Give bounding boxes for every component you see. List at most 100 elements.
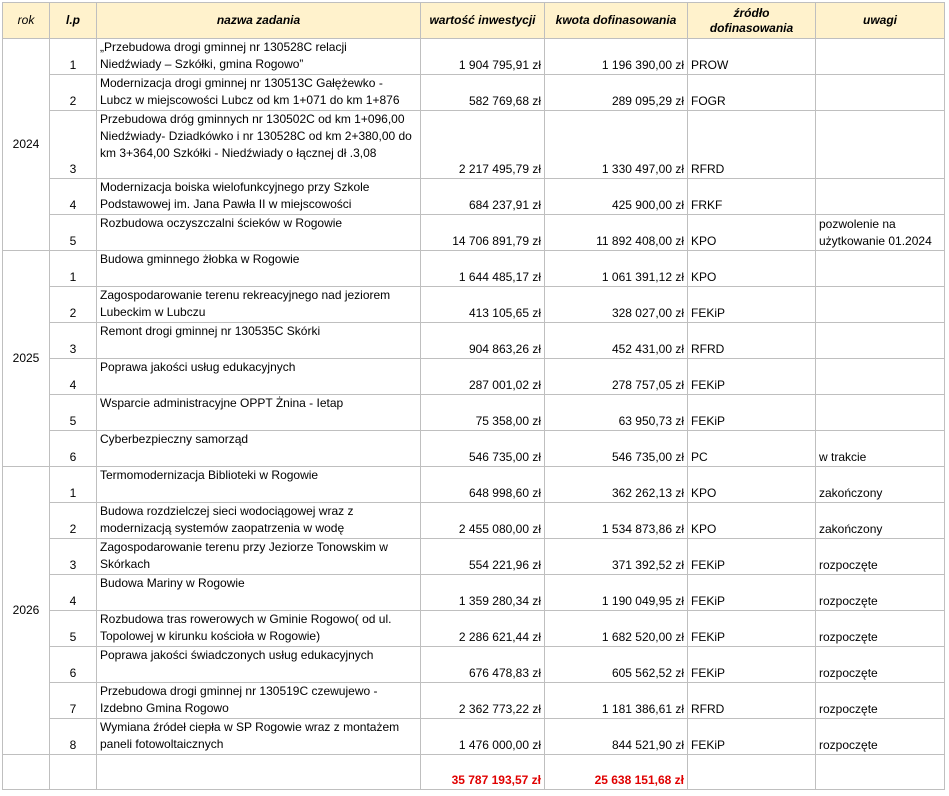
table-row: 5 Wsparcie administracyjne OPPT Żnina - I… <box>3 394 945 431</box>
notes-cell <box>815 286 945 323</box>
table-row: 3 Zagospodarowanie terenu przy Jeziorze T… <box>3 538 945 575</box>
task-name-line: „Przebudowa drogi gminnej nr 130528C rel… <box>100 40 347 54</box>
investment-value-cell: 75 358,00 zł <box>420 394 545 431</box>
funding-source-cell: KPO <box>687 502 816 539</box>
table-body: 2024 1 „Przebudowa drogi gminnej nr 130528… <box>2 38 945 755</box>
task-name-line: Wymiana źródeł ciepła w SP Rogowie wraz … <box>100 720 400 734</box>
task-name-line: Niedźwiady- Dziadkówko i nr 130528C od k… <box>100 129 412 143</box>
notes-cell: rozpoczęte <box>815 718 945 755</box>
totals-blank-cell <box>49 754 97 790</box>
total-funding-amount: 25 638 151,68 zł <box>544 754 688 790</box>
totals-blank-cell <box>815 754 945 790</box>
task-name-cell: Poprawa jakości świadczonych usług eduka… <box>96 646 421 683</box>
notes-cell <box>815 322 945 359</box>
task-name-cell: Budowa Mariny w Rogowie <box>96 574 421 611</box>
year-cell: 2026 <box>2 466 50 755</box>
task-name-line: Budowa Mariny w Rogowie <box>100 576 245 590</box>
table-row: 7 Przebudowa drogi gminnej nr 130519C cze… <box>3 682 945 719</box>
funding-amount-cell: 1 190 049,95 zł <box>544 574 688 611</box>
funding-source-cell: FEKiP <box>687 538 816 575</box>
table-row: 2 Zagospodarowanie terenu rekreacyjnego n… <box>3 286 945 323</box>
header-investment-value: wartość inwestycji <box>420 2 545 39</box>
investment-value-cell: 1 476 000,00 zł <box>420 718 545 755</box>
task-name-cell: „Przebudowa drogi gminnej nr 130528C rel… <box>96 38 421 75</box>
task-name-line: modernizacją systemów zaopatrzenia w wod… <box>100 521 345 535</box>
table-row: 2 Modernizacja drogi gminnej nr 130513C G… <box>3 74 945 111</box>
funding-source-cell: FEKiP <box>687 718 816 755</box>
task-name-line: Izdebno Gmina Rogowo <box>100 701 229 715</box>
lp-cell: 2 <box>49 74 97 111</box>
lp-cell: 3 <box>49 538 97 575</box>
notes-cell <box>815 250 945 287</box>
investment-value-cell: 684 237,91 zł <box>420 178 545 215</box>
task-name-cell: Rozbudowa oczyszczalni ścieków w Rogowie <box>96 214 421 251</box>
investment-value-cell: 287 001,02 zł <box>420 358 545 395</box>
task-name-line: Termomodernizacja Biblioteki w Rogowie <box>100 468 319 482</box>
lp-cell: 4 <box>49 358 97 395</box>
task-name-line: Przebudowa drogi gminnej nr 130519C czew… <box>100 684 378 698</box>
notes-cell <box>815 110 945 179</box>
investment-value-cell: 904 863,26 zł <box>420 322 545 359</box>
task-name-cell: Zagospodarowanie terenu rekreacyjnego na… <box>96 286 421 323</box>
year-cell: 2024 <box>2 38 50 251</box>
funding-amount-cell: 452 431,00 zł <box>544 322 688 359</box>
funding-source-cell: FOGR <box>687 74 816 111</box>
lp-cell: 1 <box>49 250 97 287</box>
investment-value-cell: 2 217 495,79 zł <box>420 110 545 179</box>
funding-source-cell: FEKiP <box>687 610 816 647</box>
task-name-line: Lubcz w miejscowości Lubcz od km 1+071 d… <box>100 93 400 107</box>
task-name-cell: Modernizacja boiska wielofunkcyjnego prz… <box>96 178 421 215</box>
investment-value-cell: 1 359 280,34 zł <box>420 574 545 611</box>
funding-source-cell: FEKiP <box>687 574 816 611</box>
lp-cell: 2 <box>49 502 97 539</box>
notes-cell <box>815 394 945 431</box>
header-lp: l.p <box>49 2 97 39</box>
task-name-line: Budowa gminnego żłobka w Rogowie <box>100 252 300 266</box>
task-name-line: Zagospodarowanie terenu przy Jeziorze To… <box>100 540 388 554</box>
task-name-cell: Modernizacja drogi gminnej nr 130513C Ga… <box>96 74 421 111</box>
notes-cell <box>815 38 945 75</box>
task-name-line: Poprawa jakości świadczonych usług eduka… <box>100 648 374 662</box>
lp-cell: 8 <box>49 718 97 755</box>
investment-value-cell: 1 644 485,17 zł <box>420 250 545 287</box>
funding-source-cell: FEKiP <box>687 358 816 395</box>
investment-value-cell: 676 478,83 zł <box>420 646 545 683</box>
table-row: 4 Budowa Mariny w Rogowie 1 359 280,34 zł 1… <box>3 574 945 611</box>
lp-cell: 7 <box>49 682 97 719</box>
task-name-cell: Wymiana źródeł ciepła w SP Rogowie wraz … <box>96 718 421 755</box>
task-name-line: Skórkach <box>100 557 151 571</box>
notes-cell <box>815 74 945 111</box>
task-name-line: Poprawa jakości usług edukacyjnych <box>100 360 296 374</box>
funding-amount-cell: 1 196 390,00 zł <box>544 38 688 75</box>
task-name-cell: Rozbudowa tras rowerowych w Gminie Rogow… <box>96 610 421 647</box>
table-row: 2025 1 Budowa gminnego żłobka w Rogowie 1 6… <box>2 250 945 467</box>
task-name-cell: Zagospodarowanie terenu przy Jeziorze To… <box>96 538 421 575</box>
totals-blank-cell <box>2 754 50 790</box>
task-name-cell: Budowa rozdzielczej sieci wodociągowej w… <box>96 502 421 539</box>
lp-cell: 1 <box>49 466 97 503</box>
funding-source-cell: FEKiP <box>687 646 816 683</box>
task-name-line: Cyberbezpieczny samorząd <box>100 432 249 446</box>
funding-amount-cell: 328 027,00 zł <box>544 286 688 323</box>
year-cell: 2025 <box>2 250 50 467</box>
investment-table: rok l.p nazwa zadania wartość inwestycji… <box>2 2 945 790</box>
header-rok: rok <box>2 2 50 39</box>
funding-source-cell: PC <box>687 430 816 467</box>
notes-cell: rozpoczęte <box>815 646 945 683</box>
investment-value-cell: 554 221,96 zł <box>420 538 545 575</box>
task-name-cell: Termomodernizacja Biblioteki w Rogowie <box>96 466 421 503</box>
investment-value-cell: 2 455 080,00 zł <box>420 502 545 539</box>
funding-source-cell: PROW <box>687 38 816 75</box>
funding-source-cell: KPO <box>687 250 816 287</box>
lp-cell: 2 <box>49 286 97 323</box>
funding-source-cell: KPO <box>687 214 816 251</box>
table-row: 2024 1 „Przebudowa drogi gminnej nr 130528… <box>2 38 945 251</box>
table-row: 4 Poprawa jakości usług edukacyjnych 287 0… <box>3 358 945 395</box>
funding-source-cell: FEKiP <box>687 394 816 431</box>
task-name-line: Zagospodarowanie terenu rekreacyjnego na… <box>100 288 391 302</box>
task-name-cell: Przebudowa dróg gminnych nr 130502C od k… <box>96 110 421 179</box>
funding-amount-cell: 371 392,52 zł <box>544 538 688 575</box>
investment-value-cell: 582 769,68 zł <box>420 74 545 111</box>
totals-blank-cell <box>687 754 816 790</box>
task-name-cell: Przebudowa drogi gminnej nr 130519C czew… <box>96 682 421 719</box>
